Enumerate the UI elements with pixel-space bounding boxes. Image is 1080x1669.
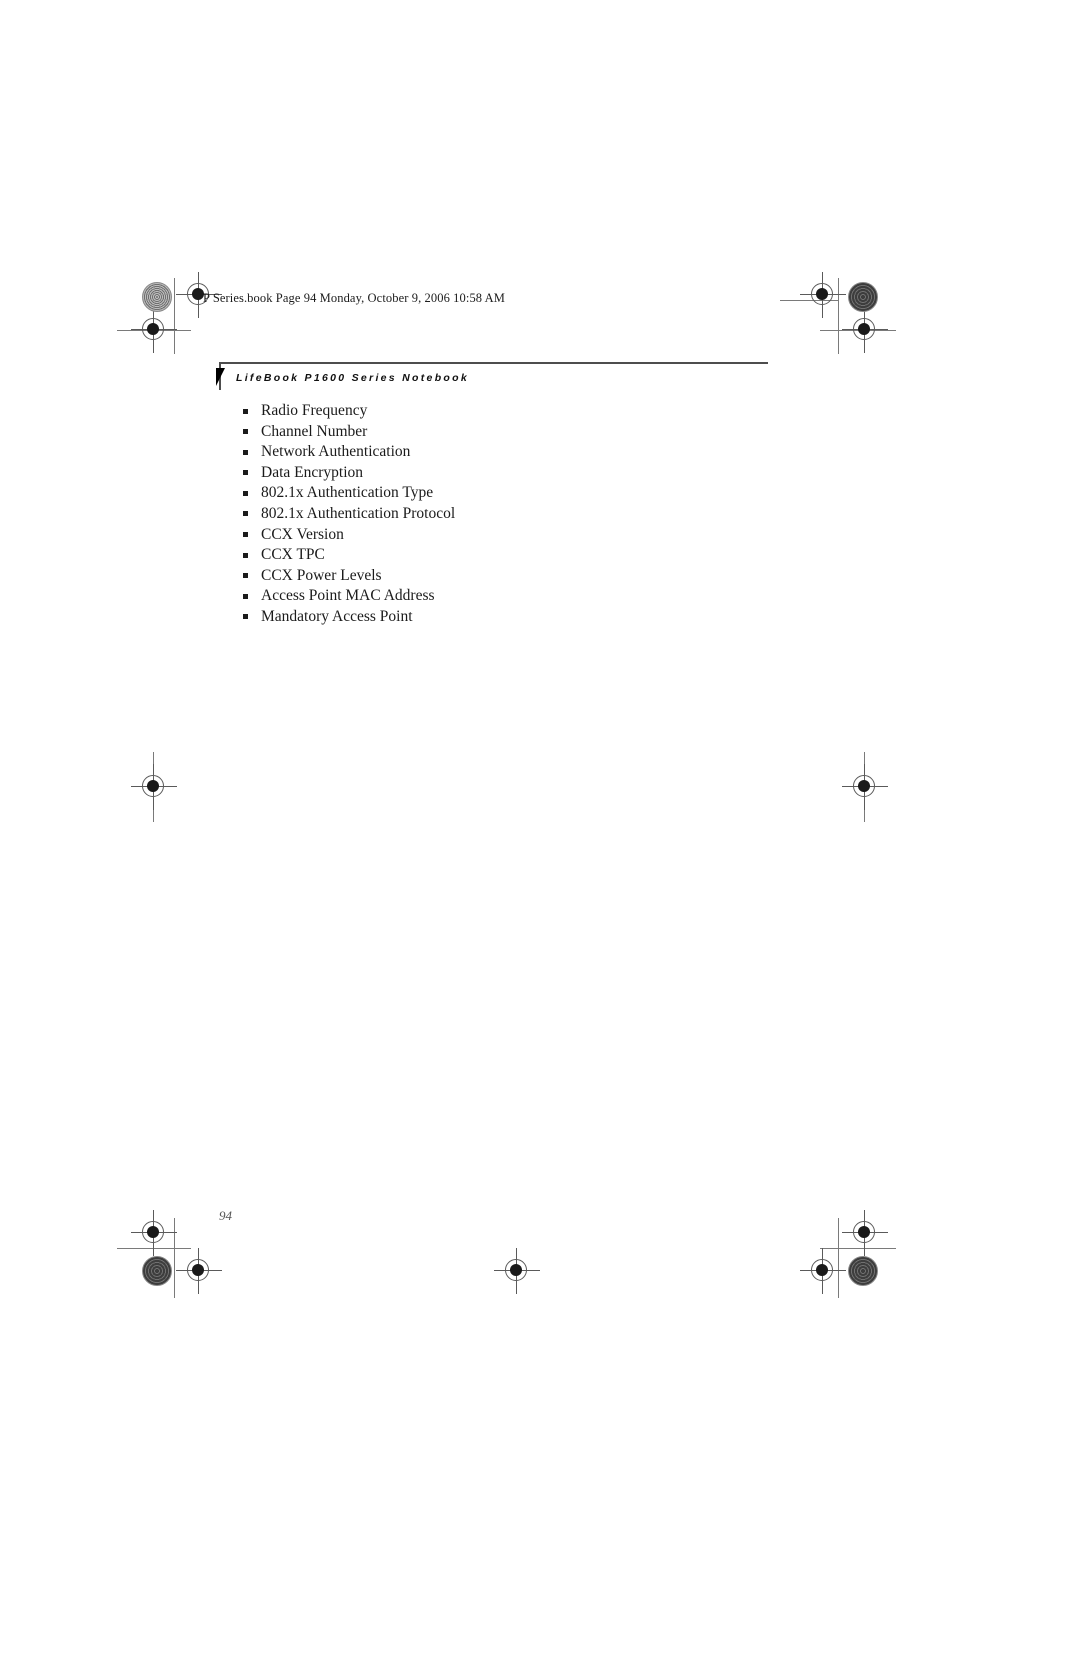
- registration-mark-top-right: [800, 272, 846, 318]
- registration-mark-right-upper: [842, 307, 888, 353]
- list-item-label: 802.1x Authentication Type: [261, 484, 434, 502]
- registration-mark-bottom-right: [800, 1248, 846, 1294]
- square-bullet-icon: [243, 429, 248, 435]
- list-item-label: Mandatory Access Point: [261, 607, 413, 625]
- list-item-label: Access Point MAC Address: [261, 587, 435, 605]
- crop-line-right-bottom-vertical: [838, 1218, 839, 1298]
- list-item-label: Network Authentication: [261, 443, 411, 461]
- feature-bullet-list: Radio Frequency Channel Number Network A…: [242, 402, 802, 631]
- list-item: Network Authentication: [242, 443, 802, 461]
- running-head-title: LifeBook P1600 Series Notebook: [236, 372, 469, 384]
- list-item-label: Radio Frequency: [261, 402, 368, 419]
- square-bullet-icon: [243, 593, 248, 599]
- registration-mark-left-upper: [131, 307, 177, 353]
- crop-line-right-mid-vertical: [864, 752, 865, 822]
- list-item: Data Encryption: [242, 463, 802, 481]
- list-item-label: Channel Number: [261, 422, 368, 440]
- list-item-label: 802.1x Authentication Protocol: [261, 504, 456, 522]
- crop-line-top-left-horizontal: [117, 330, 191, 331]
- crop-line-top-right-horizontal: [820, 330, 896, 331]
- halftone-patch-bottom-right: [848, 1256, 878, 1286]
- square-bullet-icon: [243, 573, 248, 579]
- square-bullet-icon: [243, 470, 248, 476]
- square-bullet-icon: [243, 532, 248, 538]
- registration-mark-left-lower: [131, 1210, 177, 1256]
- registration-mark-bottom-left: [176, 1248, 222, 1294]
- square-bullet-icon: [243, 408, 248, 414]
- page-sheet: P Series.book Page 94 Monday, October 9,…: [0, 0, 1080, 1669]
- registration-mark-left-middle: [131, 764, 177, 810]
- list-item: 802.1x Authentication Protocol: [242, 504, 802, 522]
- list-item-label: Data Encryption: [261, 463, 364, 481]
- crop-line-left-vertical: [174, 278, 175, 354]
- crop-line-left-bottom-vertical: [174, 1218, 175, 1298]
- list-item: 802.1x Authentication Type: [242, 484, 802, 502]
- list-item: CCX Version: [242, 525, 802, 543]
- crop-line-bottom-left-horizontal: [117, 1248, 191, 1249]
- square-bullet-icon: [243, 614, 248, 620]
- list-item: CCX TPC: [242, 546, 802, 564]
- crop-line-bottom-right-horizontal: [820, 1248, 896, 1249]
- square-bullet-icon: [243, 552, 248, 558]
- crop-line-left-mid-vertical: [153, 752, 154, 822]
- halftone-patch-top-left: [142, 282, 172, 312]
- corner-flag-marker: [216, 368, 225, 386]
- halftone-patch-bottom-left: [142, 1256, 172, 1286]
- file-header-text: P Series.book Page 94 Monday, October 9,…: [203, 291, 506, 305]
- header-rule-horizontal: [219, 362, 768, 364]
- halftone-patch-top-right: [848, 282, 878, 312]
- registration-mark-right-lower: [842, 1210, 888, 1256]
- crop-line-top-right-horizontal-2: [780, 300, 838, 301]
- list-item: Channel Number: [242, 422, 802, 440]
- square-bullet-icon: [243, 490, 248, 496]
- registration-mark-bottom-center: [494, 1248, 540, 1294]
- list-item: Radio Frequency: [242, 402, 802, 419]
- crop-line-right-vertical: [838, 278, 839, 354]
- list-item-label: CCX Version: [261, 525, 344, 543]
- square-bullet-icon: [243, 511, 248, 517]
- list-item: Mandatory Access Point: [242, 607, 802, 625]
- list-item-label: CCX TPC: [261, 546, 325, 564]
- square-bullet-icon: [243, 449, 248, 455]
- registration-mark-right-middle: [842, 764, 888, 810]
- list-item: Access Point MAC Address: [242, 587, 802, 605]
- list-item: CCX Power Levels: [242, 566, 802, 584]
- list-item-label: CCX Power Levels: [261, 566, 382, 584]
- page-number-folio: 94: [219, 1208, 232, 1223]
